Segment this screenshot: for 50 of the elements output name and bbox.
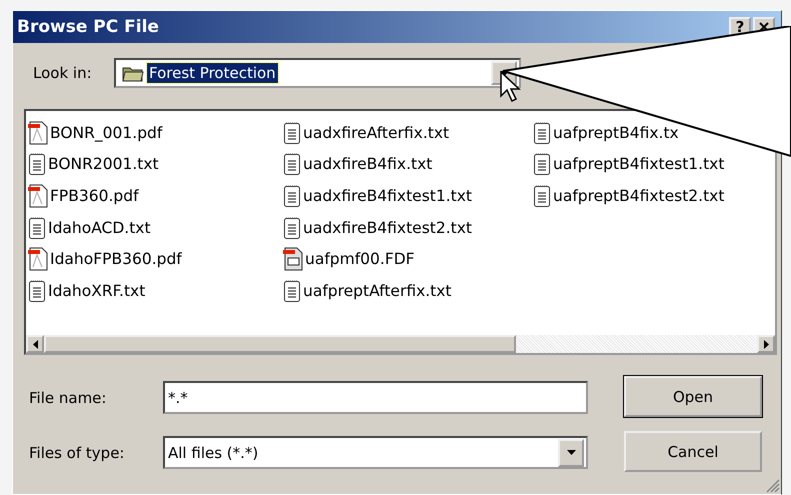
look-in-value: Forest Protection [147, 63, 278, 83]
text-file-icon [533, 184, 551, 208]
horizontal-scrollbar[interactable] [26, 335, 775, 353]
file-item[interactable]: uadxfireB4fix.txt [283, 148, 533, 180]
file-type-label: Files of type: [29, 444, 126, 462]
fdf-file-icon [283, 247, 303, 272]
caret-icon [566, 450, 576, 455]
file-item[interactable]: uadxfireB4fixtest2.txt [283, 212, 533, 244]
resize-grip-icon [764, 477, 780, 493]
scroll-right-button[interactable] [757, 335, 775, 353]
text-file-icon [533, 152, 551, 176]
file-item[interactable]: IdahoACD.txt [28, 212, 283, 244]
window-title: Browse PC File [17, 17, 159, 37]
file-item[interactable]: IdahoXRF.txt [28, 274, 283, 307]
file-type-dropdown[interactable]: All files (*.*) [163, 436, 588, 469]
look-in-dropdown[interactable]: Forest Protection [114, 58, 521, 88]
close-icon [759, 22, 769, 32]
file-item[interactable]: uafpreptB4fixtest1.txt [533, 148, 773, 180]
dialog-button[interactable]: Open [624, 376, 762, 417]
left-arrow-icon [32, 340, 38, 348]
text-file-icon [283, 216, 301, 240]
file-item[interactable]: BONR_001.pdf [28, 117, 283, 149]
text-file-icon [28, 152, 46, 176]
file-item[interactable]: uafpreptB4fixtest2.txt [533, 180, 773, 212]
file-item[interactable]: FPB360.pdf [28, 180, 283, 212]
dialog-button[interactable]: Cancel [624, 431, 762, 472]
right-arrow-icon [764, 340, 768, 348]
pdf-file-icon [28, 184, 48, 208]
file-item[interactable]: BONR2001.txt [28, 148, 283, 180]
file-item[interactable]: uadxfireB4fixtest1.txt [283, 180, 533, 212]
text-file-icon [28, 278, 46, 303]
scroll-left-button[interactable] [26, 335, 44, 353]
look-in-label: Look in: [33, 64, 93, 82]
pdf-file-icon [28, 247, 48, 272]
text-file-icon [533, 120, 551, 145]
file-name-field[interactable]: *.* [163, 381, 588, 414]
text-file-icon [283, 278, 301, 303]
dropdown-button[interactable] [558, 438, 584, 466]
file-item[interactable]: uadxfireAfterfix.txt [283, 117, 533, 149]
file-name-label: File name: [29, 388, 108, 406]
scroll-thumb[interactable] [44, 335, 516, 353]
text-file-icon [283, 120, 301, 145]
text-file-icon [283, 184, 301, 208]
file-item[interactable]: uafpmf00.FDF [283, 243, 533, 275]
file-item[interactable]: uafpreptAfterfix.txt [283, 274, 533, 307]
mouse-pointer-icon [500, 71, 522, 105]
pdf-file-icon [28, 120, 48, 145]
text-file-icon [283, 152, 301, 176]
text-file-icon [28, 216, 46, 240]
file-item[interactable]: IdahoFPB360.pdf [28, 243, 283, 275]
